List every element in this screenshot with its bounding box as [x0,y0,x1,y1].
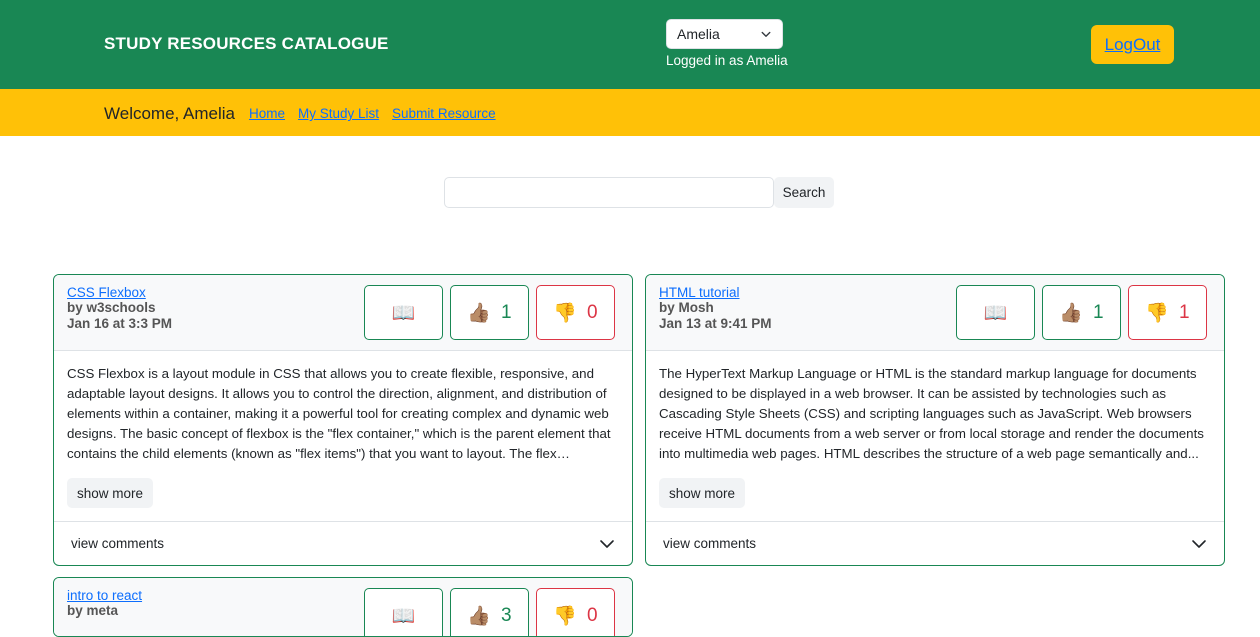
dislike-button[interactable]: 👎 0 [536,285,615,340]
resource-author: by meta [67,603,119,618]
brand-title: STUDY RESOURCES CATALOGUE [104,34,389,53]
dislike-button[interactable]: 👎 0 [536,588,615,636]
chevron-down-icon [600,539,614,548]
top-header: STUDY RESOURCES CATALOGUE Amelia Logged … [0,0,1260,89]
card-header: HTML tutorial by Mosh Jan 13 at 9:41 PM … [646,275,1224,351]
card-body: The HyperText Markup Language or HTML is… [646,351,1224,521]
show-more-button[interactable]: show more [659,478,746,508]
thumbs-down-icon: 👎 [1145,302,1170,324]
thumbs-down-icon: 👎 [553,302,578,324]
add-to-study-list-button[interactable]: 📖 [364,285,443,340]
user-select-value: Amelia [677,26,720,42]
view-comments-label: view comments [71,536,165,551]
book-icon: 📖 [983,302,1008,324]
resource-card: intro to react by meta 📖 👍🏽 3 👎 0 [53,577,633,637]
resource-title-link[interactable]: CSS Flexbox [67,285,146,300]
chevron-down-icon [761,31,771,37]
dislike-button[interactable]: 👎 1 [1128,285,1207,340]
card-header: CSS Flexbox by w3schools Jan 16 at 3:3 P… [54,275,632,351]
view-comments-toggle[interactable]: view comments [646,521,1224,565]
like-count: 3 [501,604,512,626]
dislike-count: 0 [587,301,598,323]
like-count: 1 [501,301,512,323]
add-to-study-list-button[interactable]: 📖 [364,588,443,636]
book-icon: 📖 [391,605,416,627]
thumbs-up-icon: 👍🏽 [1059,302,1084,324]
nav-link-home[interactable]: Home [249,106,285,121]
resource-author: by w3schools [67,300,156,315]
thumbs-up-icon: 👍🏽 [467,605,492,627]
user-select[interactable]: Amelia [666,19,783,49]
show-more-button[interactable]: show more [67,478,154,508]
resource-title-link[interactable]: HTML tutorial [659,285,740,300]
nav-link-my-study-list[interactable]: My Study List [298,106,379,121]
add-to-study-list-button[interactable]: 📖 [956,285,1035,340]
dislike-count: 1 [1179,301,1190,323]
card-body: CSS Flexbox is a layout module in CSS th… [54,351,632,521]
resource-date: Jan 16 at 3:3 PM [67,316,173,331]
thumbs-up-icon: 👍🏽 [467,302,492,324]
nav-links: Home My Study List Submit Resource [249,106,496,121]
view-comments-label: view comments [663,536,757,551]
nav-link-submit-resource[interactable]: Submit Resource [392,106,496,121]
like-button[interactable]: 👍🏽 3 [450,588,529,636]
search-input[interactable] [444,177,774,208]
book-icon: 📖 [391,302,416,324]
nav-bar: Welcome, Amelia Home My Study List Submi… [0,89,1260,136]
thumbs-down-icon: 👎 [553,605,578,627]
like-button[interactable]: 👍🏽 1 [1042,285,1121,340]
resource-author: by Mosh [659,300,714,315]
resource-description: CSS Flexbox is a layout module in CSS th… [67,366,611,461]
resource-description: The HyperText Markup Language or HTML is… [659,366,1204,461]
view-comments-toggle[interactable]: view comments [54,521,632,565]
like-button[interactable]: 👍🏽 1 [450,285,529,340]
logout-button[interactable]: LogOut [1091,25,1174,64]
like-count: 1 [1093,301,1104,323]
resource-date: Jan 13 at 9:41 PM [659,316,772,331]
user-select-box[interactable]: Amelia [666,19,783,49]
welcome-message: Welcome, Amelia [104,104,236,123]
card-header: intro to react by meta 📖 👍🏽 3 👎 0 [54,578,632,636]
logged-in-status: Logged in as Amelia [666,53,788,68]
search-button[interactable]: Search [774,177,834,208]
chevron-down-icon [1192,539,1206,548]
resource-card: CSS Flexbox by w3schools Jan 16 at 3:3 P… [53,274,633,566]
resource-title-link[interactable]: intro to react [67,588,142,603]
dislike-count: 0 [587,604,598,626]
resource-card: HTML tutorial by Mosh Jan 13 at 9:41 PM … [645,274,1225,566]
